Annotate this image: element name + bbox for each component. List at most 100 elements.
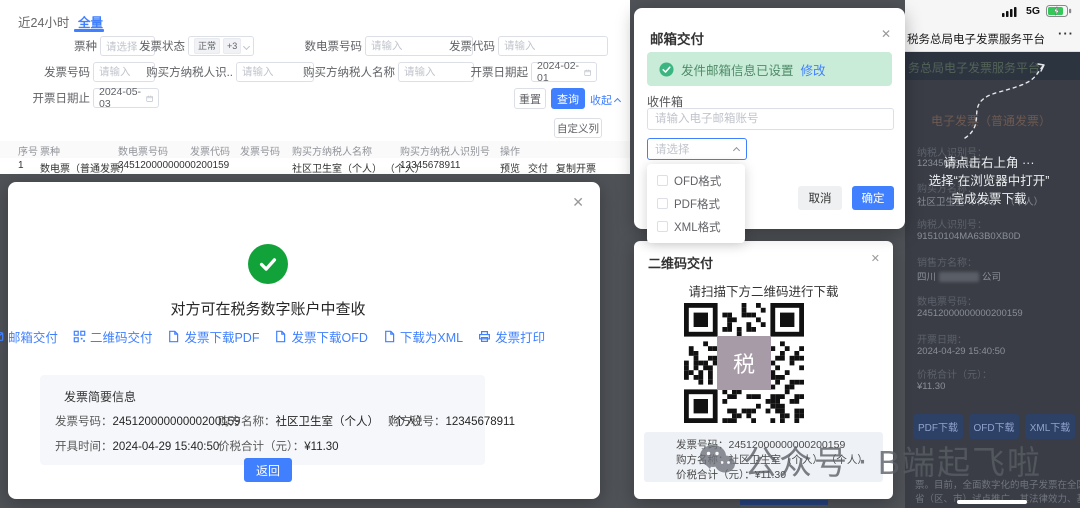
background-artifact-bar [740,500,828,505]
dim-seller-taxid-value: 91510104MA63B0XB0D [917,231,1021,242]
pdf-download-button[interactable]: PDF下载 [913,414,963,439]
filter-label: 发票代码 [449,41,495,53]
filter-invoice-code: 发票代码 [415,36,608,56]
close-icon[interactable]: ✕ [881,28,891,40]
col-code: 发票代码 [190,147,230,158]
table-row: 1 数电票（普通发票） 24512000000000200159 社区卫生室（个… [0,158,632,175]
chevron-up-icon [613,97,622,105]
summary-buyer-taxid: 购方税号：12345678911 [388,416,515,428]
date-to-field[interactable]: 2024-05-03 [93,86,159,110]
col-seq: 序号 [18,147,38,158]
summary-title: 发票简要信息 [64,390,137,404]
filter-invoice-no: 发票号码 [10,62,155,82]
format-select[interactable]: 请选择 [647,138,747,160]
download-pdf-link[interactable]: 发票下载PDF [167,327,259,346]
filter-label: 购买方纳税人名称 [303,67,395,79]
delivery-actions-row: 邮箱交付 二维码交付 发票下载PDF 发票下载OFD 下载为XML 发票打印 [0,327,545,346]
col-invoice-no: 发票号码 [240,147,280,158]
row-action-deliver[interactable]: 交付 [528,160,548,175]
dialog-title: 二维码交付 [648,256,714,271]
more-menu-icon[interactable]: ··· [1058,26,1074,41]
download-xml-link[interactable]: 下载为XML [383,327,463,346]
tab-recent-24h[interactable]: 近24小时 [18,12,69,31]
checkbox[interactable] [657,175,668,186]
file-xml-icon [384,330,395,343]
qr-code: 税 [684,303,804,423]
invoice-code-input[interactable] [504,40,602,52]
row-action-preview[interactable]: 预览 [500,160,520,175]
customize-columns-button[interactable]: 自定义列 [554,118,602,138]
filter-invoice-status: 发票状态 正常 +3 [105,36,254,56]
back-button[interactable]: 返回 [244,458,292,482]
cell-type: 数电票（普通发票） [40,164,130,175]
option-ofd[interactable]: OFD格式 [647,169,745,192]
dim-total-label: 价税合计（元）： [917,370,992,381]
cell-seq: 1 [18,160,24,171]
col-buyer-name: 购买方纳税人名称 [292,147,372,158]
collapse-link[interactable]: 收起 [590,92,622,108]
close-icon[interactable]: ✕ [572,196,584,210]
filter-label: 发票号码 [44,67,90,79]
download-ofd-link[interactable]: 发票下载OFD [274,327,368,346]
ofd-download-button[interactable]: OFD下载 [969,414,1019,439]
format-dropdown: OFD格式 PDF格式 XML格式 [647,164,745,243]
dim-issue-date-label: 开票日期： [917,335,967,346]
phone-title-bar: 税务总局电子发票服务平台 ··· [905,22,1080,52]
mail-icon [0,332,4,341]
chevron-down-icon [243,42,251,50]
dim-digital-no-value: 24512000000000200159 [917,308,1023,319]
checkbox[interactable] [657,221,668,232]
dim-issue-date-value: 2024-04-29 15:40:50 [917,346,1006,357]
footnote-line-1: 票。目前，全面数字化的电子发票在全国部分 [915,480,1080,491]
checkbox[interactable] [657,198,668,209]
status-tag-normal: 正常 [194,38,221,54]
filter-buyer-taxid: 购买方纳税人识.. [138,62,314,82]
xml-download-button[interactable]: XML下载 [1025,414,1075,439]
option-pdf[interactable]: PDF格式 [647,192,745,215]
dashed-arrow [964,63,1045,139]
col-number: 数电票号码 [118,147,168,158]
home-indicator [957,500,1027,504]
banner-text: 发件邮箱信息已设置 [681,63,794,78]
filter-date-to: 开票日期止 2024-05-03 [10,86,159,110]
mosaic-redaction [939,272,980,283]
check-circle-icon [659,61,674,77]
qrcode-delivery-link[interactable]: 二维码交付 [73,327,152,346]
battery-charging-icon [1046,5,1072,17]
modify-link[interactable]: 修改 [801,60,826,79]
print-invoice-link[interactable]: 发票打印 [478,327,545,346]
cancel-button[interactable]: 取消 [798,186,842,210]
filter-label: 开票日期止 [32,93,91,105]
cell-buyer-taxid: 12345678911 [400,160,461,171]
row-action-copy[interactable]: 复制开票 [556,160,596,175]
status-tag-more: +3 [223,38,242,54]
invoice-status-select[interactable]: 正常 +3 [188,36,254,56]
calendar-icon [146,95,153,102]
file-ofd-icon [276,330,286,343]
invoice-summary-box: 发票简要信息 发票号码：24512000000000200159 购方名称：社区… [40,375,515,465]
qrcode-icon [73,330,86,343]
browser-title: 税务总局电子发票服务平台 [907,34,1045,46]
dim-seller-taxid-label: 纳税人识别号： [917,220,987,231]
summary-issue-time: 开具时间：2024-04-29 15:40:50 [55,441,220,453]
chevron-up-icon [732,146,741,155]
phone-screenshot: 5G 税务总局电子发票服务平台 ··· 务总局电子发票服务平台 电子发票（普通发… [905,0,1080,508]
filter-label: 票种 [74,41,97,53]
tip-line-3: 完成发票下载 [951,192,1027,206]
search-button[interactable]: 查询 [551,88,585,109]
filter-date-from: 开票日期起 2024-02-01 [445,60,597,84]
file-pdf-icon [169,330,179,343]
recipient-email-input[interactable] [647,108,894,130]
filter-label: 开票日期起 [470,67,529,79]
signal-icon [1002,7,1017,17]
qr-invoice-info: 发票号码：24512000000000200159 购方名称：社区卫生室（个人）… [644,432,883,482]
sender-set-banner: 发件邮箱信息已设置 修改 [647,52,892,86]
option-xml[interactable]: XML格式 [647,215,745,238]
date-from-field[interactable]: 2024-02-01 [531,60,597,84]
phone-status-bar: 5G [905,0,1080,22]
qr-hint: 请扫描下方二维码进行下载 [688,285,839,299]
confirm-button[interactable]: 确定 [852,186,894,210]
email-delivery-link[interactable]: 邮箱交付 [0,327,58,346]
reset-button[interactable]: 重置 [514,88,546,109]
close-icon[interactable]: ✕ [871,253,880,264]
